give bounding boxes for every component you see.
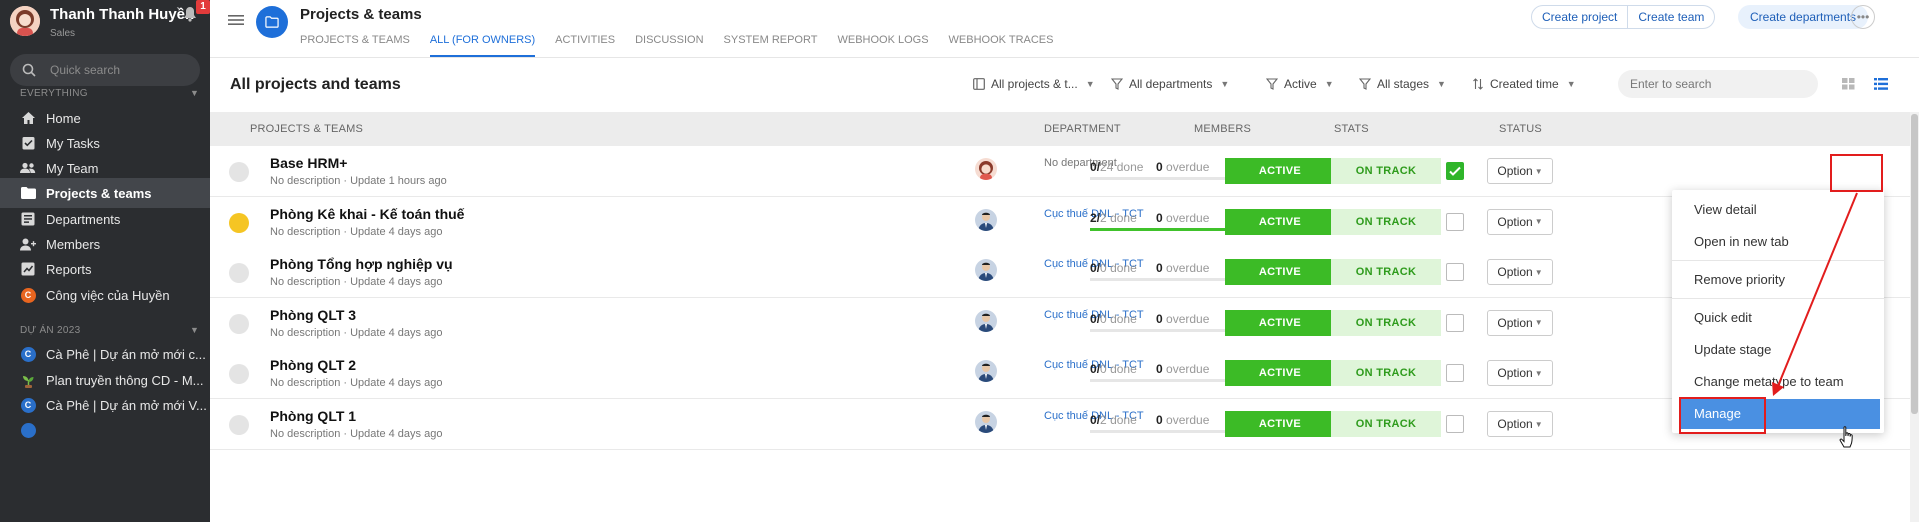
app-window: Thanh Thanh Huyền Sales 1 Quick search E… — [0, 0, 1919, 522]
hand-cursor-icon — [1838, 425, 1856, 454]
annotation-arrow — [1772, 192, 1858, 396]
